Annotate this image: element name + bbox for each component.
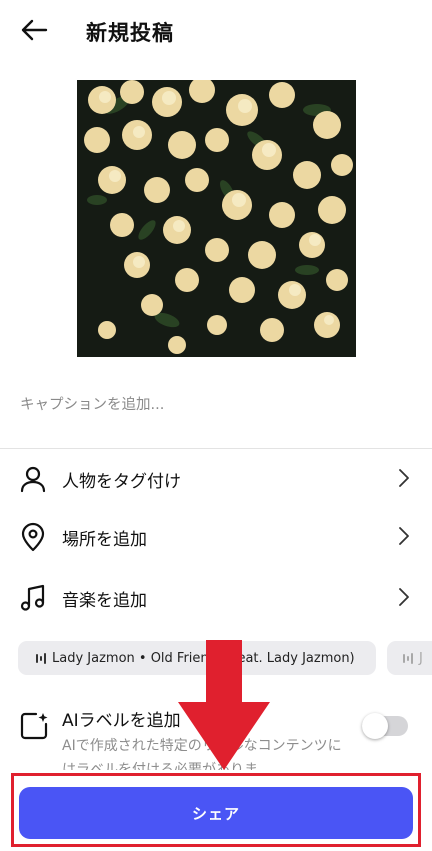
photo-preview[interactable] xyxy=(77,80,356,357)
caption-input[interactable] xyxy=(20,393,412,417)
tag-people-label: 人物をタグ付け xyxy=(62,472,181,492)
add-location-row[interactable]: 場所を追加 xyxy=(0,510,432,562)
waveform-icon xyxy=(36,652,46,664)
chevron-right-icon xyxy=(396,467,412,489)
share-button[interactable]: シェア xyxy=(19,787,413,839)
music-suggestion-chip[interactable]: J xyxy=(387,641,432,675)
add-location-label: 場所を追加 xyxy=(62,530,147,550)
header: 新規投稿 xyxy=(0,0,432,64)
divider xyxy=(0,448,432,449)
back-button[interactable] xyxy=(16,16,52,48)
music-note-icon xyxy=(18,583,48,613)
chevron-right-icon xyxy=(396,586,412,608)
toggle-knob xyxy=(362,713,388,739)
music-suggestion-text: J xyxy=(419,650,423,666)
ai-sparkle-square-icon xyxy=(19,711,49,741)
music-suggestion-chip[interactable]: Lady Jazmon • Old Friends (feat. Lady Ja… xyxy=(18,641,376,675)
location-pin-icon xyxy=(18,522,48,552)
arrow-left-icon xyxy=(20,19,48,45)
add-music-row[interactable]: 音楽を追加 xyxy=(0,571,432,623)
add-music-label: 音楽を追加 xyxy=(62,591,147,611)
person-icon xyxy=(18,464,48,494)
chevron-right-icon xyxy=(396,525,412,547)
waveform-icon xyxy=(403,652,413,664)
page-title: 新規投稿 xyxy=(86,21,174,45)
music-suggestion-text: Lady Jazmon • Old Friends (feat. Lady Ja… xyxy=(52,650,355,666)
tag-people-row[interactable]: 人物をタグ付け xyxy=(0,452,432,504)
ai-label-toggle[interactable] xyxy=(362,713,408,739)
ai-label-title: AIラベルを追加 xyxy=(62,711,181,731)
